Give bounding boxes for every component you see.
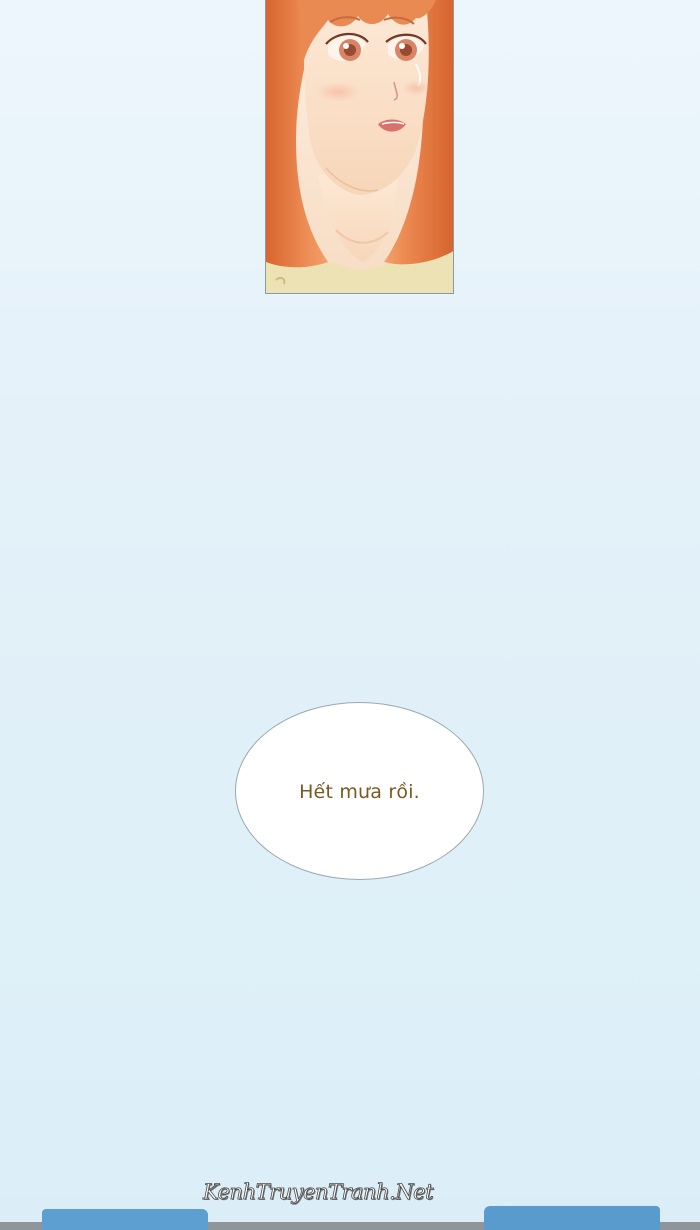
speech-bubble-text: Hết mưa rồi. xyxy=(299,781,420,803)
next-panel-right-strip xyxy=(484,1206,660,1230)
girl-portrait-illustration xyxy=(266,0,453,293)
manga-panel xyxy=(265,0,454,294)
comic-page: Hết mưa rồi. KenhTruyenTranh.Net xyxy=(0,0,700,1230)
site-watermark: KenhTruyenTranh.Net xyxy=(203,1180,434,1205)
next-panel-left-strip xyxy=(42,1209,208,1230)
speech-bubble: Hết mưa rồi. xyxy=(235,702,484,880)
